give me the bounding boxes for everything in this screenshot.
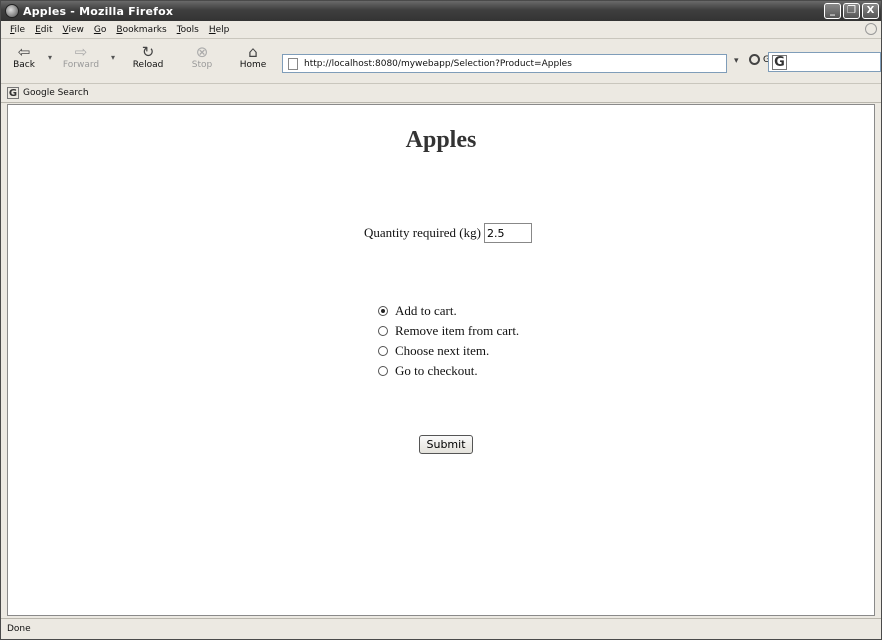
status-bar: Done: [1, 618, 881, 639]
radio-remove-item[interactable]: [378, 326, 388, 336]
option-label: Go to checkout.: [395, 363, 478, 378]
stop-button[interactable]: ⊗ Stop: [182, 44, 222, 70]
quantity-row: Quantity required (kg): [364, 223, 532, 243]
radio-add-to-cart[interactable]: [378, 306, 388, 316]
option-choose-next[interactable]: Choose next item.: [378, 341, 519, 361]
page-content: Apples Quantity required (kg) Add to car…: [7, 104, 875, 616]
google-search-logo[interactable]: G: [772, 54, 787, 70]
google-icon: G: [7, 87, 19, 99]
back-history-dropdown[interactable]: ▾: [48, 53, 52, 62]
back-arrow-icon: ⇦: [17, 43, 31, 61]
window-title: Apples - Mozilla Firefox: [23, 4, 174, 18]
option-remove-item[interactable]: Remove item from cart.: [378, 321, 519, 341]
reload-button[interactable]: ↻ Reload: [128, 44, 168, 70]
menu-view[interactable]: View: [58, 25, 89, 35]
close-button[interactable]: X: [862, 3, 879, 19]
radio-choose-next[interactable]: [378, 346, 388, 356]
search-box[interactable]: G: [768, 52, 881, 72]
stop-label: Stop: [191, 60, 213, 70]
menu-edit[interactable]: Edit: [30, 25, 57, 35]
home-icon: ⌂: [248, 43, 258, 61]
option-label: Choose next item.: [395, 343, 490, 358]
address-bar[interactable]: http://localhost:8080/mywebapp/Selection…: [282, 54, 727, 73]
bookmark-google-search[interactable]: Google Search: [23, 88, 89, 98]
go-icon: [749, 54, 760, 65]
back-label: Back: [13, 60, 35, 70]
address-dropdown[interactable]: ▾: [734, 56, 739, 66]
status-text: Done: [7, 624, 31, 634]
radio-checkout[interactable]: [378, 366, 388, 376]
restore-button[interactable]: ❐: [843, 3, 860, 19]
browser-window: Apples - Mozilla Firefox _ ❐ X File Edit…: [0, 0, 882, 640]
reload-icon: ↻: [141, 43, 155, 61]
menu-go[interactable]: Go: [89, 25, 112, 35]
option-label: Add to cart.: [395, 303, 457, 318]
title-bar: Apples - Mozilla Firefox _ ❐ X: [1, 1, 881, 21]
forward-arrow-icon: ⇨: [74, 43, 88, 61]
menu-bookmarks[interactable]: Bookmarks: [111, 25, 171, 35]
home-button[interactable]: ⌂ Home: [233, 44, 273, 70]
menu-bar: File Edit View Go Bookmarks Tools Help: [1, 21, 881, 38]
quantity-input[interactable]: [483, 223, 532, 243]
menu-help[interactable]: Help: [204, 25, 235, 35]
home-label: Home: [239, 60, 267, 70]
bookmarks-toolbar: G Google Search: [1, 84, 881, 103]
minimize-button[interactable]: _: [824, 3, 841, 19]
forward-history-dropdown[interactable]: ▾: [111, 53, 115, 62]
window-controls: _ ❐ X: [824, 3, 879, 19]
action-options: Add to cart. Remove item from cart. Choo…: [378, 301, 519, 381]
page-title: Apples: [405, 127, 477, 153]
submit-button[interactable]: Submit: [419, 435, 473, 454]
quantity-label: Quantity required (kg): [364, 225, 481, 240]
address-url[interactable]: http://localhost:8080/mywebapp/Selection…: [304, 59, 572, 69]
menu-tools[interactable]: Tools: [172, 25, 204, 35]
stop-icon: ⊗: [195, 43, 209, 61]
reload-label: Reload: [132, 60, 164, 70]
page-icon: [288, 57, 298, 70]
option-add-to-cart[interactable]: Add to cart.: [378, 301, 519, 321]
forward-label: Forward: [62, 60, 100, 70]
option-checkout[interactable]: Go to checkout.: [378, 361, 519, 381]
firefox-icon: [5, 4, 19, 18]
navigation-toolbar: ⇦ Back ▾ ⇨ Forward ▾ ↻ Reload ⊗ Stop ⌂ H…: [1, 38, 881, 84]
back-button[interactable]: ⇦ Back: [4, 44, 44, 70]
option-label: Remove item from cart.: [395, 323, 520, 338]
menu-file[interactable]: File: [5, 25, 30, 35]
throbber-icon: [865, 23, 877, 35]
forward-button[interactable]: ⇨ Forward: [61, 44, 101, 70]
